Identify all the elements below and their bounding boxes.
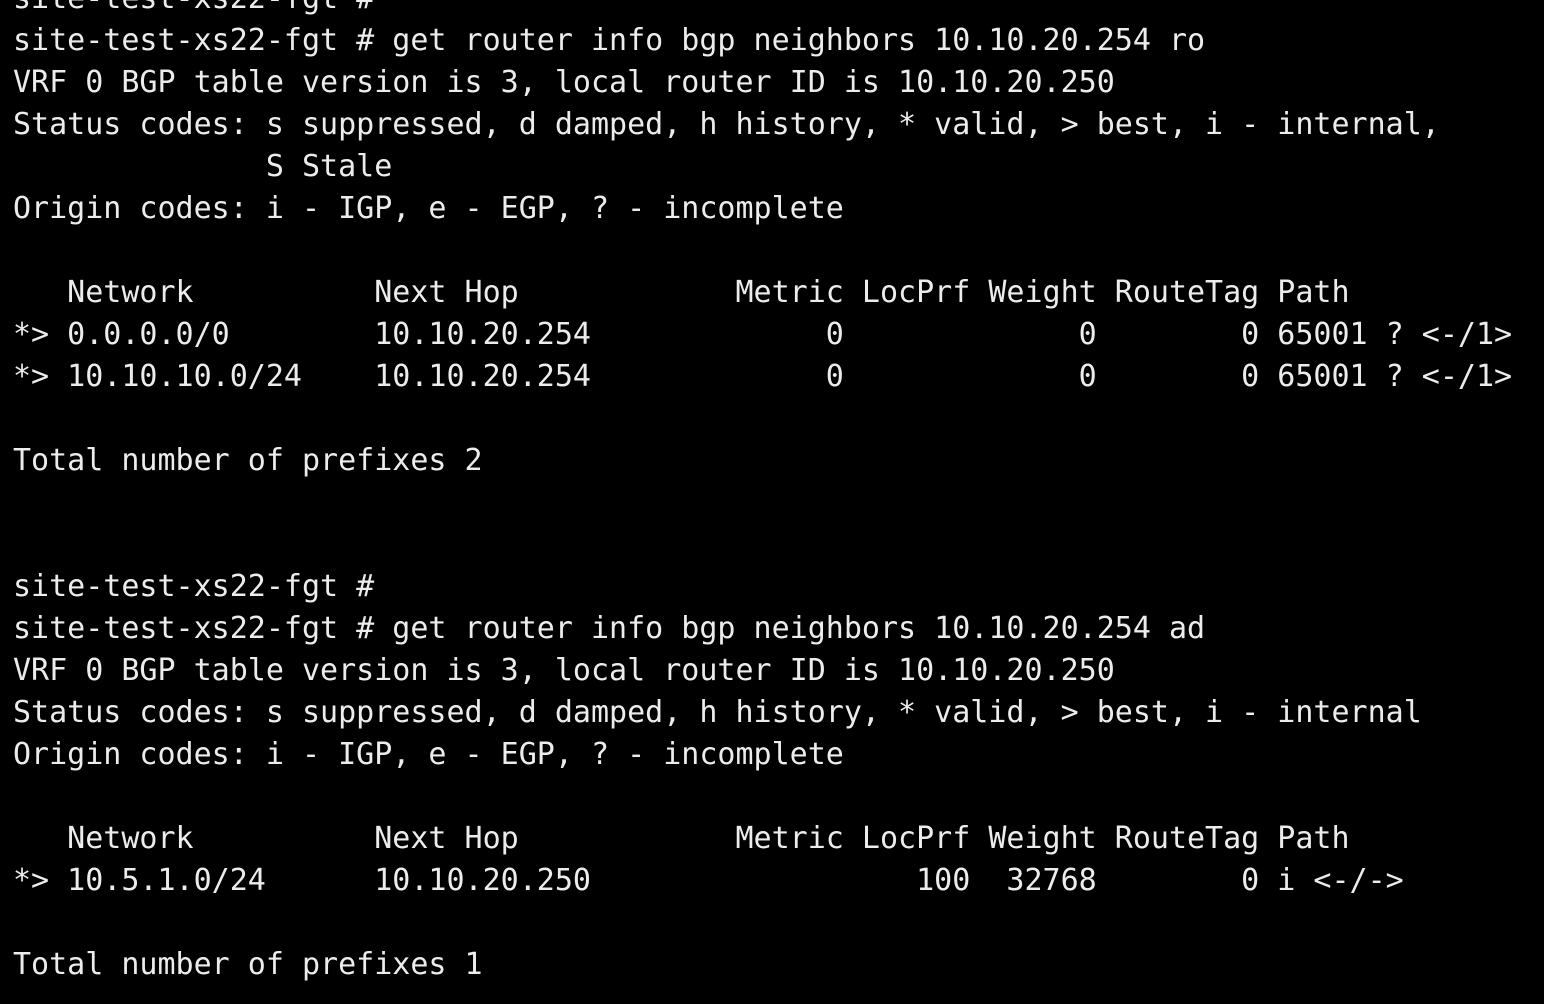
- terminal-line-total-prefixes: Total number of prefixes 1: [13, 947, 483, 982]
- terminal-window[interactable]: site-test-xs22-fgt # site-test-xs22-fgt …: [0, 0, 1544, 1004]
- terminal-line-status-codes: Status codes: s suppressed, d damped, h …: [13, 695, 1422, 730]
- terminal-line-total-prefixes: Total number of prefixes 2: [13, 443, 483, 478]
- terminal-line-command-ad: site-test-xs22-fgt # get router info bgp…: [13, 611, 1206, 646]
- terminal-line-prompt: site-test-xs22-fgt #: [13, 569, 375, 604]
- terminal-line-route-row: *> 10.10.10.0/24 10.10.20.254 0 0 0 6500…: [13, 359, 1513, 394]
- terminal-line-route-row: *> 10.5.1.0/24 10.10.20.250 100 32768 0 …: [13, 863, 1404, 898]
- terminal-line-table-header: Network Next Hop Metric LocPrf Weight Ro…: [13, 821, 1350, 856]
- terminal-line-vrf-info: VRF 0 BGP table version is 3, local rout…: [13, 65, 1115, 100]
- terminal-line-command-ro: site-test-xs22-fgt # get router info bgp…: [13, 23, 1206, 58]
- terminal-line-vrf-info: VRF 0 BGP table version is 3, local rout…: [13, 653, 1115, 688]
- terminal-line-status-codes: Status codes: s suppressed, d damped, h …: [13, 107, 1440, 142]
- terminal-line-prompt: site-test-xs22-fgt #: [13, 0, 1512, 20]
- terminal-line-table-header: Network Next Hop Metric LocPrf Weight Ro…: [13, 275, 1350, 310]
- terminal-line-status-codes-cont: S Stale: [13, 149, 393, 184]
- terminal-output: site-test-xs22-fgt # site-test-xs22-fgt …: [13, 0, 1512, 986]
- terminal-line-origin-codes: Origin codes: i - IGP, e - EGP, ? - inco…: [13, 191, 844, 226]
- terminal-line-route-row: *> 0.0.0.0/0 10.10.20.254 0 0 0 65001 ? …: [13, 317, 1513, 352]
- terminal-line-origin-codes: Origin codes: i - IGP, e - EGP, ? - inco…: [13, 737, 844, 772]
